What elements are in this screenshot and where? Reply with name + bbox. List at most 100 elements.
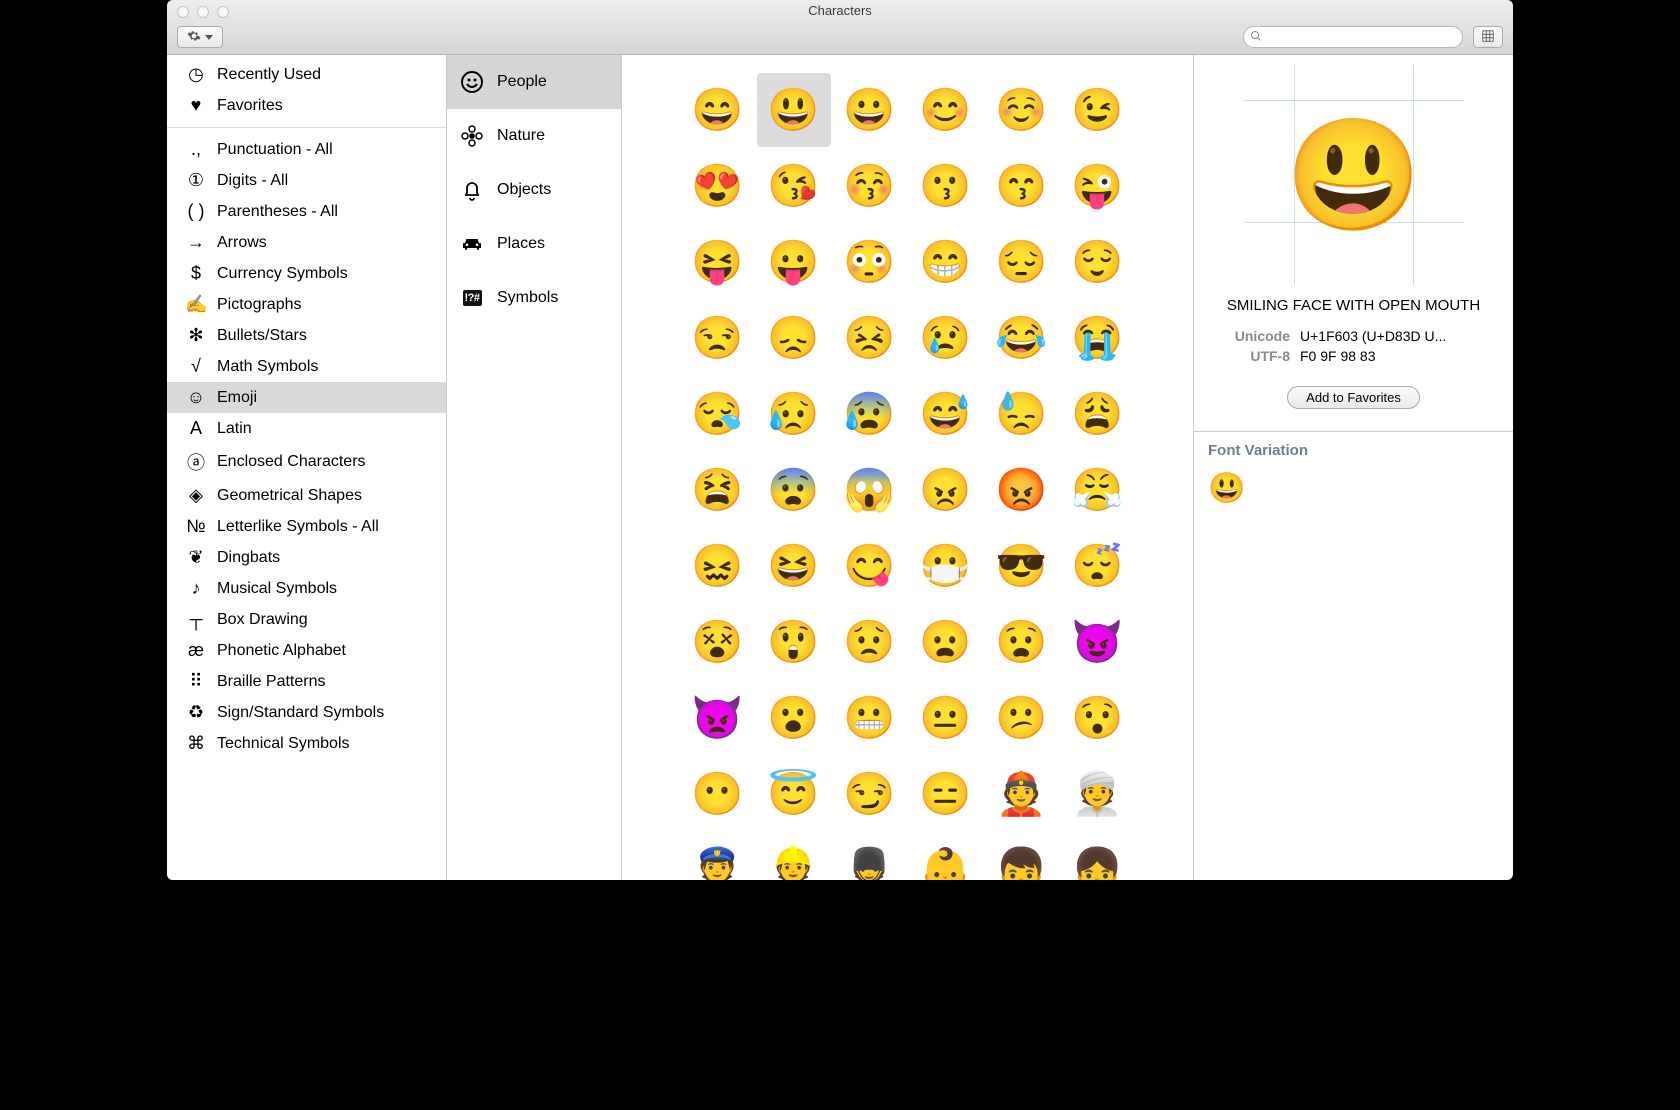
char-cell[interactable]: 👳: [1061, 757, 1135, 831]
subcat-item-objects[interactable]: Objects: [447, 163, 621, 217]
char-cell[interactable]: 😇: [757, 757, 831, 831]
char-cell[interactable]: 😎: [985, 529, 1059, 603]
subcat-item-places[interactable]: Places: [447, 217, 621, 271]
char-cell[interactable]: 😒: [681, 301, 755, 375]
char-cell[interactable]: 😑: [909, 757, 983, 831]
char-cell[interactable]: 😉: [1061, 73, 1135, 147]
char-cell[interactable]: 😥: [757, 377, 831, 451]
char-cell[interactable]: 😈: [1061, 605, 1135, 679]
char-cell[interactable]: 😋: [833, 529, 907, 603]
sidebar-item-braille-patterns[interactable]: ⠿Braille Patterns: [167, 666, 446, 697]
search-field[interactable]: [1243, 26, 1463, 48]
char-cell[interactable]: 👧: [1061, 833, 1135, 880]
sidebar-item-box-drawing[interactable]: ┬Box Drawing: [167, 604, 446, 635]
actions-menu-button[interactable]: [177, 26, 223, 48]
char-cell[interactable]: 😆: [757, 529, 831, 603]
sidebar-item-bullets-stars[interactable]: ✻Bullets/Stars: [167, 320, 446, 351]
char-cell[interactable]: 😰: [833, 377, 907, 451]
char-cell[interactable]: 😷: [909, 529, 983, 603]
char-cell[interactable]: 😛: [757, 225, 831, 299]
toggle-grid-button[interactable]: [1473, 26, 1503, 48]
char-cell[interactable]: 😪: [681, 377, 755, 451]
char-cell[interactable]: 😧: [985, 605, 1059, 679]
sidebar-item-favorites[interactable]: ♥Favorites: [167, 90, 446, 121]
char-cell[interactable]: 😠: [909, 453, 983, 527]
sidebar-item-musical-symbols[interactable]: ♪Musical Symbols: [167, 573, 446, 604]
char-cell[interactable]: 😐: [909, 681, 983, 755]
char-cell[interactable]: 😯: [1061, 681, 1135, 755]
char-cell[interactable]: 😞: [757, 301, 831, 375]
char-cell[interactable]: 😅: [909, 377, 983, 451]
subcat-item-symbols[interactable]: !?#Symbols: [447, 271, 621, 325]
char-cell[interactable]: 😫: [681, 453, 755, 527]
char-cell[interactable]: 😝: [681, 225, 755, 299]
sidebar-item-arrows[interactable]: →Arrows: [167, 227, 446, 258]
char-cell[interactable]: 😓: [985, 377, 1059, 451]
char-cell[interactable]: 😨: [757, 453, 831, 527]
char-cell[interactable]: 👿: [681, 681, 755, 755]
char-cell[interactable]: 😱: [833, 453, 907, 527]
char-cell[interactable]: 😳: [833, 225, 907, 299]
char-cell[interactable]: 😍: [681, 149, 755, 223]
subcat-item-people[interactable]: People: [447, 55, 621, 109]
char-cell[interactable]: 😡: [985, 453, 1059, 527]
char-cell[interactable]: 😦: [909, 605, 983, 679]
sidebar-item-emoji[interactable]: ☺Emoji: [167, 382, 446, 413]
sidebar-item-technical-symbols[interactable]: ⌘Technical Symbols: [167, 728, 446, 759]
char-cell[interactable]: 😏: [833, 757, 907, 831]
subcat-item-nature[interactable]: Nature: [447, 109, 621, 163]
sidebar-item-sign-standard-symbols[interactable]: ♻Sign/Standard Symbols: [167, 697, 446, 728]
char-cell[interactable]: 😊: [909, 73, 983, 147]
char-cell[interactable]: 😘: [757, 149, 831, 223]
sidebar-item-phonetic-alphabet[interactable]: æPhonetic Alphabet: [167, 635, 446, 666]
char-cell[interactable]: 😮: [757, 681, 831, 755]
sidebar-item-latin[interactable]: ALatin: [167, 413, 446, 444]
char-cell[interactable]: 😲: [757, 605, 831, 679]
char-cell[interactable]: 😁: [909, 225, 983, 299]
sidebar-item-geometrical-shapes[interactable]: ◈Geometrical Shapes: [167, 480, 446, 511]
char-cell[interactable]: 👲: [985, 757, 1059, 831]
char-cell[interactable]: 😤: [1061, 453, 1135, 527]
char-cell[interactable]: 😶: [681, 757, 755, 831]
sidebar-item-digits-all[interactable]: ①Digits - All: [167, 165, 446, 196]
char-cell[interactable]: 😕: [985, 681, 1059, 755]
search-input[interactable]: [1266, 30, 1456, 44]
char-cell[interactable]: 👦: [985, 833, 1059, 880]
char-cell[interactable]: 😟: [833, 605, 907, 679]
char-cell[interactable]: 😗: [909, 149, 983, 223]
char-cell[interactable]: 😚: [833, 149, 907, 223]
character-grid[interactable]: 😄😃😀😊☺️😉 😍😘😚😗😙😜 😝😛😳😁😔😌 😒😞😣😢😂😭 😪😥😰😅😓😩 😫😨😱😠😡😤 😖😆😋…: [622, 55, 1193, 880]
char-cell[interactable]: 😜: [1061, 149, 1135, 223]
char-cell[interactable]: 😄: [681, 73, 755, 147]
char-cell[interactable]: 😴: [1061, 529, 1135, 603]
char-cell[interactable]: 😩: [1061, 377, 1135, 451]
char-cell[interactable]: 😀: [833, 73, 907, 147]
sidebar-item-dingbats[interactable]: ❦Dingbats: [167, 542, 446, 573]
sidebar-item-recently-used[interactable]: ◷Recently Used: [167, 59, 446, 90]
char-cell[interactable]: 💂: [833, 833, 907, 880]
sidebar-item-pictographs[interactable]: ✍Pictographs: [167, 289, 446, 320]
char-cell[interactable]: 😭: [1061, 301, 1135, 375]
sidebar-item-math-symbols[interactable]: √Math Symbols: [167, 351, 446, 382]
char-cell[interactable]: 😬: [833, 681, 907, 755]
char-cell[interactable]: 😃: [757, 73, 831, 147]
sidebar-item-enclosed-characters[interactable]: ⓐEnclosed Characters: [167, 444, 446, 480]
char-cell[interactable]: 👮: [681, 833, 755, 880]
char-cell[interactable]: ☺️: [985, 73, 1059, 147]
sidebar-item-parentheses-all[interactable]: ( )Parentheses - All: [167, 196, 446, 227]
font-variation-item[interactable]: 😃: [1194, 463, 1513, 514]
char-cell[interactable]: 😙: [985, 149, 1059, 223]
char-cell[interactable]: 😵: [681, 605, 755, 679]
char-cell[interactable]: 😌: [1061, 225, 1135, 299]
char-cell[interactable]: 😔: [985, 225, 1059, 299]
char-cell[interactable]: 😣: [833, 301, 907, 375]
sidebar-item-currency-symbols[interactable]: $Currency Symbols: [167, 258, 446, 289]
char-cell[interactable]: 😖: [681, 529, 755, 603]
char-cell[interactable]: 👷: [757, 833, 831, 880]
char-cell[interactable]: 👶: [909, 833, 983, 880]
sidebar-item-punctuation-all[interactable]: .,Punctuation - All: [167, 134, 446, 165]
add-to-favorites-button[interactable]: Add to Favorites: [1287, 386, 1420, 409]
char-cell[interactable]: 😢: [909, 301, 983, 375]
char-cell[interactable]: 😂: [985, 301, 1059, 375]
sidebar-item-letterlike-symbols-all[interactable]: №Letterlike Symbols - All: [167, 511, 446, 542]
